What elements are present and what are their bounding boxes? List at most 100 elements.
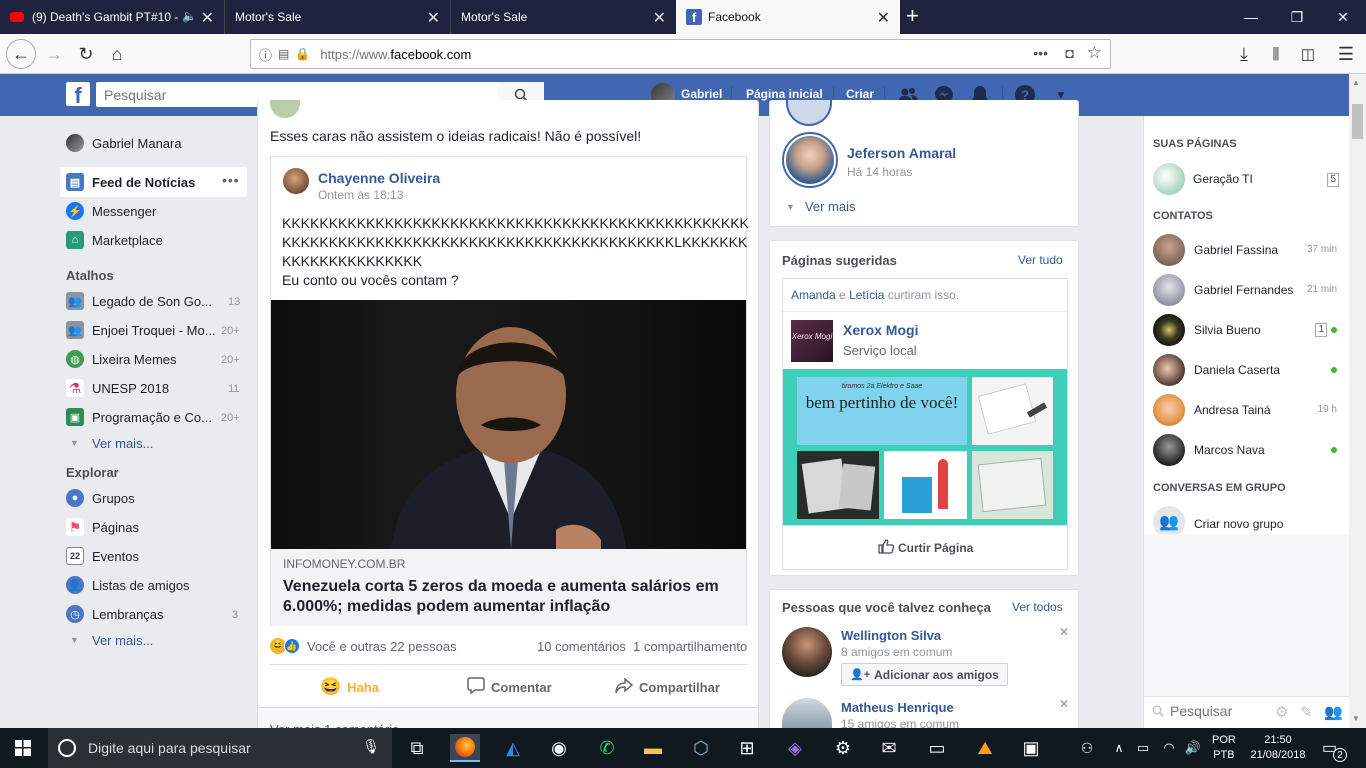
- like-page-button[interactable]: Curtir Página: [878, 539, 973, 557]
- terminal-icon[interactable]: ▭: [922, 734, 952, 762]
- contact-item[interactable]: Andresa Tainá 19 h: [1153, 394, 1343, 428]
- see-more-stories-link[interactable]: ▼ Ver mais: [786, 199, 856, 214]
- group-chat-icon[interactable]: 👥: [1324, 703, 1343, 721]
- lock-icon[interactable]: 🔒: [295, 47, 310, 61]
- create-link[interactable]: Criar: [846, 87, 874, 101]
- sidebar-item-friend-lists[interactable]: 👤 Listas de amigos: [66, 575, 190, 595]
- more-options-icon[interactable]: •••: [222, 172, 240, 188]
- close-tab-icon[interactable]: ✕: [653, 8, 666, 28]
- avatar[interactable]: [283, 168, 309, 194]
- close-tab-icon[interactable]: ✕: [877, 8, 890, 28]
- vscode-icon[interactable]: ◭: [498, 734, 528, 762]
- dismiss-close-icon[interactable]: ✕: [1059, 697, 1069, 711]
- comment-button[interactable]: Comentar: [467, 676, 552, 698]
- sidebar-item-messenger[interactable]: ⚡ Messenger: [66, 201, 156, 221]
- store-icon[interactable]: ⊞: [732, 734, 762, 762]
- sidebar-item-shortcut[interactable]: 👥 Enjoei Troquei - Mo...: [66, 320, 216, 340]
- settings-gear-icon[interactable]: ⚙: [828, 734, 858, 762]
- chat-search-input[interactable]: [1170, 703, 1270, 719]
- avatar[interactable]: [782, 627, 832, 677]
- sidebar-item-shortcut[interactable]: 👥 Legado de Son Go...: [66, 291, 212, 311]
- show-hidden-icons-chevron-up-icon[interactable]: ∧: [1108, 734, 1130, 762]
- sidebar-item-groups[interactable]: ● Grupos: [66, 488, 135, 508]
- link-preview-caption[interactable]: INFOMONEY.COM.BR Venezuela corta 5 zeros…: [271, 549, 746, 626]
- page-thumbnail[interactable]: Xerox Mogi: [791, 320, 833, 362]
- battery-icon[interactable]: ▭: [1132, 734, 1154, 762]
- reaction-icons[interactable]: 😆 👍: [270, 637, 310, 655]
- shares-count[interactable]: 1 compartilhamento: [633, 639, 747, 654]
- link-preview-image[interactable]: [271, 300, 746, 549]
- whatsapp-icon[interactable]: ✆: [592, 734, 622, 762]
- page-scrollbar[interactable]: ▲ ▼: [1349, 74, 1366, 728]
- reactions-count[interactable]: Você e outras 22 pessoas: [307, 639, 457, 654]
- see-more-explore-link[interactable]: ▼ Ver mais...: [66, 630, 153, 650]
- library-icon[interactable]: ⫼: [1262, 40, 1290, 68]
- virtualbox-icon[interactable]: ⬡: [686, 734, 716, 762]
- sidebar-item-shortcut[interactable]: ⚗ UNESP 2018: [66, 378, 169, 398]
- file-explorer-icon[interactable]: ▬: [638, 734, 668, 762]
- share-button[interactable]: Compartilhar: [615, 676, 720, 698]
- page-name-link[interactable]: Xerox Mogi: [843, 322, 918, 338]
- tab-motors-sale-2[interactable]: Motor's Sale ✕: [450, 0, 676, 34]
- sidebar-item-memories[interactable]: ◷ Lembranças: [66, 604, 164, 624]
- close-tab-icon[interactable]: ✕: [201, 8, 214, 28]
- settings-gear-icon[interactable]: ⚙: [1275, 703, 1288, 721]
- windows-start-icon[interactable]: [8, 734, 38, 762]
- sidebar-item-shortcut[interactable]: ◍ Lixeira Memes: [66, 349, 177, 369]
- sidebar-item-profile[interactable]: Gabriel Manara: [66, 133, 182, 153]
- sidebar-item-marketplace[interactable]: ⌂ Marketplace: [66, 230, 163, 250]
- back-icon[interactable]: ←: [6, 39, 36, 69]
- new-message-icon[interactable]: ✎: [1300, 703, 1313, 721]
- haha-button[interactable]: 😆 Haha: [320, 676, 379, 698]
- pymk-name-link[interactable]: Wellington Silva: [841, 628, 941, 643]
- contact-item[interactable]: Marcos Nava: [1153, 434, 1343, 468]
- menu-icon[interactable]: ☰: [1332, 40, 1360, 68]
- reload-icon[interactable]: ↻: [72, 40, 100, 68]
- new-tab-icon[interactable]: +: [906, 3, 919, 29]
- add-friend-button[interactable]: 👤+ Adicionar aos amigos: [841, 663, 1008, 686]
- pymk-mutual-friends[interactable]: 8 amigos em comum: [841, 645, 952, 659]
- permissions-icon[interactable]: ▤: [278, 47, 289, 61]
- see-all-pages-link[interactable]: Ver tudo: [1018, 253, 1063, 267]
- contact-item[interactable]: Gabriel Fassina 37 min: [1153, 234, 1343, 268]
- download-icon[interactable]: ⤓: [1230, 40, 1258, 68]
- dismiss-close-icon[interactable]: ✕: [1059, 625, 1069, 639]
- sidebar-item-news-feed[interactable]: ▤ Feed de Notícias: [66, 172, 195, 192]
- your-page-item[interactable]: Geração TI 5: [1153, 163, 1343, 197]
- minimize-icon[interactable]: —: [1228, 0, 1274, 34]
- steam-icon[interactable]: ◉: [544, 734, 574, 762]
- close-tab-icon[interactable]: ✕: [427, 8, 440, 28]
- forward-icon[interactable]: →: [40, 40, 68, 68]
- pymk-name-link[interactable]: Matheus Henrique: [841, 700, 954, 715]
- restore-icon[interactable]: ❐: [1274, 0, 1320, 34]
- see-more-shortcuts-link[interactable]: ▼ Ver mais...: [66, 433, 153, 453]
- see-all-people-link[interactable]: Ver todos: [1012, 600, 1063, 614]
- tab-motors-sale-1[interactable]: Motor's Sale ✕: [224, 0, 450, 34]
- wifi-icon[interactable]: ◠: [1158, 734, 1180, 762]
- sidebar-item-pages[interactable]: ⚑ Páginas: [66, 517, 139, 537]
- volume-icon[interactable]: 🔊: [1182, 734, 1204, 762]
- speaker-icon[interactable]: 🔈: [182, 9, 197, 23]
- sidebar-item-events[interactable]: 22 Eventos: [66, 546, 139, 566]
- sidebar-icon[interactable]: ◫: [1294, 40, 1322, 68]
- pocket-icon[interactable]: ◘: [1066, 45, 1074, 61]
- page-banner-image[interactable]: tiramos 2a Elektro e Saae bem pertinho d…: [783, 369, 1067, 525]
- home-link[interactable]: Página inicial: [746, 87, 823, 101]
- task-view-icon[interactable]: ⧉: [402, 734, 432, 762]
- taskbar-search-box[interactable]: Digite aqui para pesquisar 🎙: [48, 728, 392, 768]
- mail-icon[interactable]: ✉: [874, 734, 904, 762]
- microphone-icon[interactable]: 🎙: [362, 738, 380, 755]
- facebook-logo-icon[interactable]: f: [66, 82, 90, 108]
- contact-item[interactable]: Silvia Bueno 1: [1153, 314, 1343, 348]
- info-icon[interactable]: ⓘ: [259, 45, 272, 64]
- story-avatar[interactable]: [786, 100, 832, 126]
- page-actions-icon[interactable]: •••: [1033, 45, 1048, 61]
- remote-desktop-icon[interactable]: ▣: [1016, 734, 1046, 762]
- shared-author-link[interactable]: Chayenne Oliveira: [318, 170, 440, 186]
- matlab-icon[interactable]: ⛰: [970, 734, 1000, 762]
- contact-item[interactable]: Daniela Caserta: [1153, 354, 1343, 388]
- tab-deaths-gambit[interactable]: (9) Death's Gambit PT#10 - ( 🔈 ✕: [0, 0, 224, 34]
- visual-studio-icon[interactable]: ◈: [780, 734, 810, 762]
- story-avatar[interactable]: [782, 132, 838, 188]
- language-indicator[interactable]: POR PTB: [1212, 733, 1236, 763]
